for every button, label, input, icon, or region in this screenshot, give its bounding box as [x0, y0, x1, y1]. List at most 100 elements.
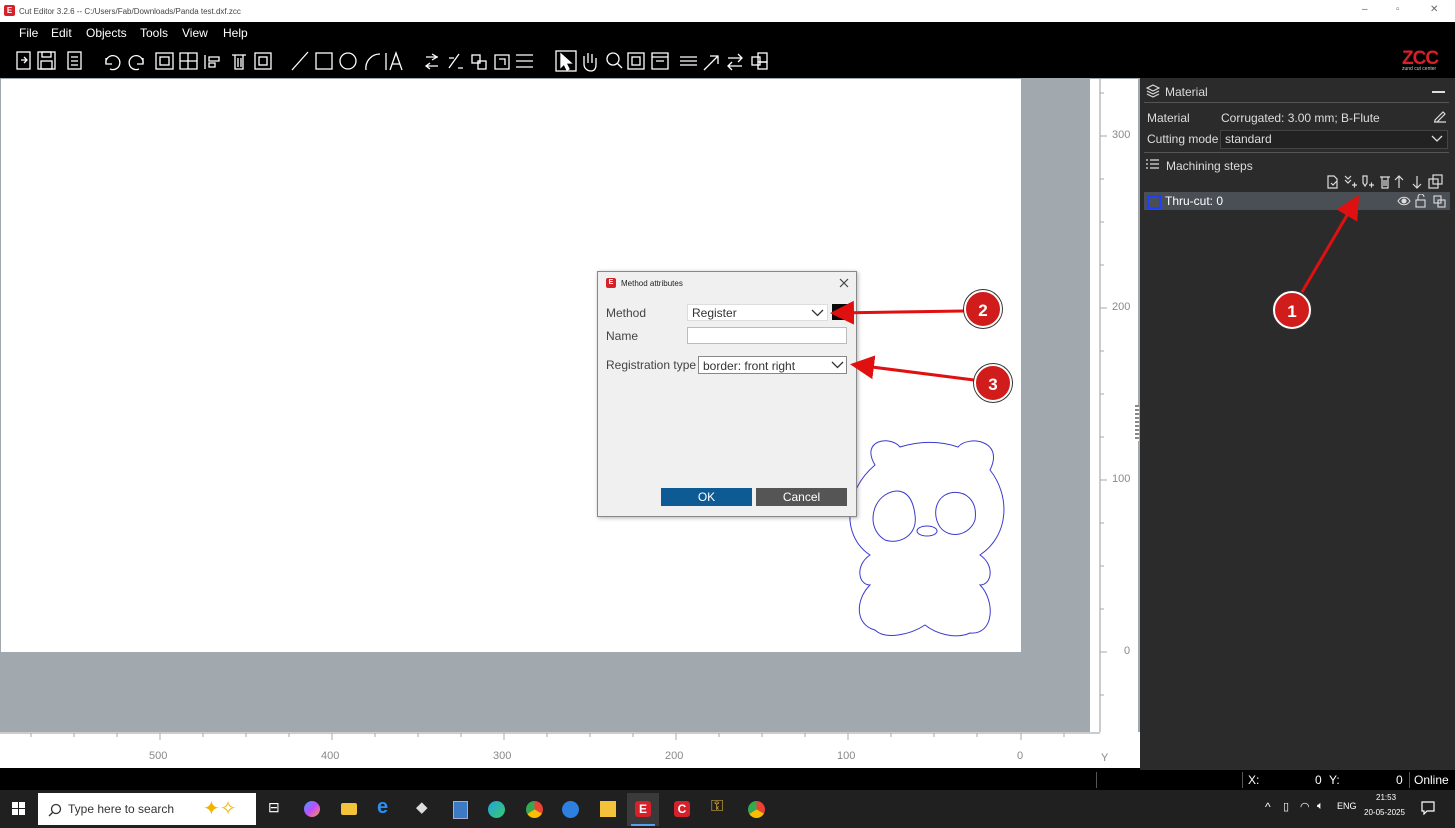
group-icon[interactable]: [155, 52, 174, 70]
transform-icon[interactable]: [494, 54, 510, 70]
zoom-fit-icon[interactable]: [627, 52, 645, 70]
menu-objects[interactable]: Objects: [86, 26, 127, 40]
y-coord-value: 0: [1396, 773, 1403, 787]
move-down-icon[interactable]: [1412, 176, 1422, 189]
calculator-icon[interactable]: [453, 801, 468, 819]
paste-icon[interactable]: [254, 52, 272, 70]
step-settings-icon[interactable]: [1433, 195, 1446, 208]
notifications-icon[interactable]: [1421, 801, 1435, 815]
edit-material-icon[interactable]: [1433, 109, 1447, 123]
line-tool-icon[interactable]: [291, 51, 309, 71]
maximize-button[interactable]: ▫: [1396, 4, 1400, 15]
helper-app-icon[interactable]: ⚿: [711, 798, 723, 816]
file-explorer-icon[interactable]: [341, 803, 357, 815]
ie-browser-icon[interactable]: e: [377, 796, 388, 819]
ungroup-icon[interactable]: [179, 52, 198, 70]
import-icon[interactable]: [16, 51, 31, 70]
wifi-icon[interactable]: ◠: [1300, 800, 1310, 813]
vertical-ruler: 300 200 100 0 X: [1090, 79, 1138, 747]
delete-icon[interactable]: [232, 54, 246, 70]
circle-tool-icon[interactable]: [339, 52, 357, 70]
material-label: Material: [1147, 111, 1190, 125]
delete-step-icon[interactable]: [1380, 176, 1390, 189]
copy-step-icon[interactable]: [1428, 174, 1443, 189]
reverse-icon[interactable]: [448, 53, 463, 69]
align-icon[interactable]: [204, 55, 220, 69]
close-icon[interactable]: [839, 278, 849, 288]
menu-tools[interactable]: Tools: [140, 26, 168, 40]
x-coord-value: 0: [1315, 773, 1322, 787]
y-coord-label: Y:: [1329, 773, 1340, 787]
panel-splitter-handle[interactable]: [1135, 405, 1139, 441]
task-view-icon[interactable]: ⊟: [268, 799, 280, 816]
move-up-icon[interactable]: [1394, 175, 1404, 188]
registration-type-select[interactable]: border: front right: [698, 356, 847, 374]
panda-shape[interactable]: [840, 435, 1015, 640]
sticky-notes-icon[interactable]: [600, 801, 616, 817]
chrome-profile-icon[interactable]: [748, 801, 765, 818]
measure-icon[interactable]: [680, 56, 697, 66]
logo-subtext: zund cut center: [1402, 66, 1437, 72]
menu-edit[interactable]: Edit: [51, 26, 72, 40]
select-tool-icon[interactable]: [555, 50, 577, 72]
redo-icon[interactable]: [128, 55, 144, 71]
x-tick-200: 200: [665, 750, 684, 762]
nodes-icon[interactable]: [471, 54, 487, 70]
rectangle-tool-icon[interactable]: [315, 52, 333, 70]
offset-icon[interactable]: [516, 54, 533, 68]
method-select[interactable]: Register: [687, 304, 828, 321]
windows-start-icon[interactable]: [12, 802, 26, 816]
x-tick-0: 0: [1017, 750, 1024, 762]
machining-steps-header: Machining steps: [1166, 159, 1253, 173]
arrow-tool-icon[interactable]: [703, 55, 719, 71]
app-icon-generic[interactable]: ◆: [416, 798, 428, 816]
collapse-icon[interactable]: [1432, 91, 1445, 93]
language-indicator[interactable]: ENG: [1337, 801, 1357, 811]
system-tray-chevron-icon[interactable]: ^: [1265, 800, 1271, 814]
save-icon[interactable]: [37, 51, 56, 70]
minimize-button[interactable]: –: [1362, 4, 1368, 15]
export-icon[interactable]: [67, 51, 82, 70]
machining-step-row[interactable]: Thru-cut: 0: [1144, 192, 1450, 210]
divider: [1144, 152, 1449, 153]
add-method-icon[interactable]: [1362, 175, 1374, 188]
close-window-button[interactable]: ✕: [1430, 4, 1438, 15]
undo-icon[interactable]: [105, 55, 121, 71]
copilot-app-icon[interactable]: [304, 801, 320, 817]
join-icon[interactable]: [424, 53, 439, 70]
arc-tool-icon[interactable]: [365, 53, 381, 71]
clock-time[interactable]: 21:53: [1376, 793, 1396, 802]
new-step-icon[interactable]: [1327, 175, 1338, 189]
taskbar-search[interactable]: Type here to search ✦✧: [38, 793, 256, 825]
cutting-mode-select[interactable]: standard: [1220, 130, 1448, 149]
chrome-browser-icon[interactable]: [526, 801, 543, 818]
edge-browser-icon[interactable]: [488, 801, 505, 818]
name-input[interactable]: [687, 327, 847, 344]
pan-tool-icon[interactable]: [583, 53, 597, 72]
arrange-icon[interactable]: [751, 52, 768, 70]
method-color-swatch[interactable]: [832, 304, 848, 320]
menu-file[interactable]: File: [19, 26, 38, 40]
cut-center-icon[interactable]: C: [674, 801, 690, 817]
taskbar: Type here to search ✦✧ ⊟ e ◆ E C ⚿ ^ ▯ ◠…: [0, 790, 1455, 828]
cancel-button[interactable]: Cancel: [756, 488, 847, 506]
cut-editor-taskbar-button[interactable]: E: [627, 793, 659, 826]
lock-icon[interactable]: [1415, 194, 1426, 208]
clock-date[interactable]: 20-05-2025: [1364, 808, 1405, 817]
add-step-icon[interactable]: [1344, 175, 1357, 188]
ok-button[interactable]: OK: [661, 488, 752, 506]
battery-icon[interactable]: ▯: [1283, 800, 1289, 813]
chevron-down-icon: [831, 361, 844, 369]
text-tool-icon[interactable]: [385, 51, 403, 71]
swap-icon[interactable]: [727, 53, 743, 71]
visibility-icon[interactable]: [1397, 196, 1411, 206]
dialog-app-icon: E: [606, 278, 616, 288]
menu-help[interactable]: Help: [223, 26, 248, 40]
menu-view[interactable]: View: [182, 26, 208, 40]
volume-icon[interactable]: 🔈︎: [1317, 800, 1324, 813]
zoom-sheet-icon[interactable]: [651, 52, 669, 70]
list-icon: [1146, 159, 1159, 169]
zoom-icon[interactable]: [606, 52, 623, 69]
teamviewer-icon[interactable]: [562, 801, 579, 818]
chevron-down-icon: [811, 309, 824, 317]
